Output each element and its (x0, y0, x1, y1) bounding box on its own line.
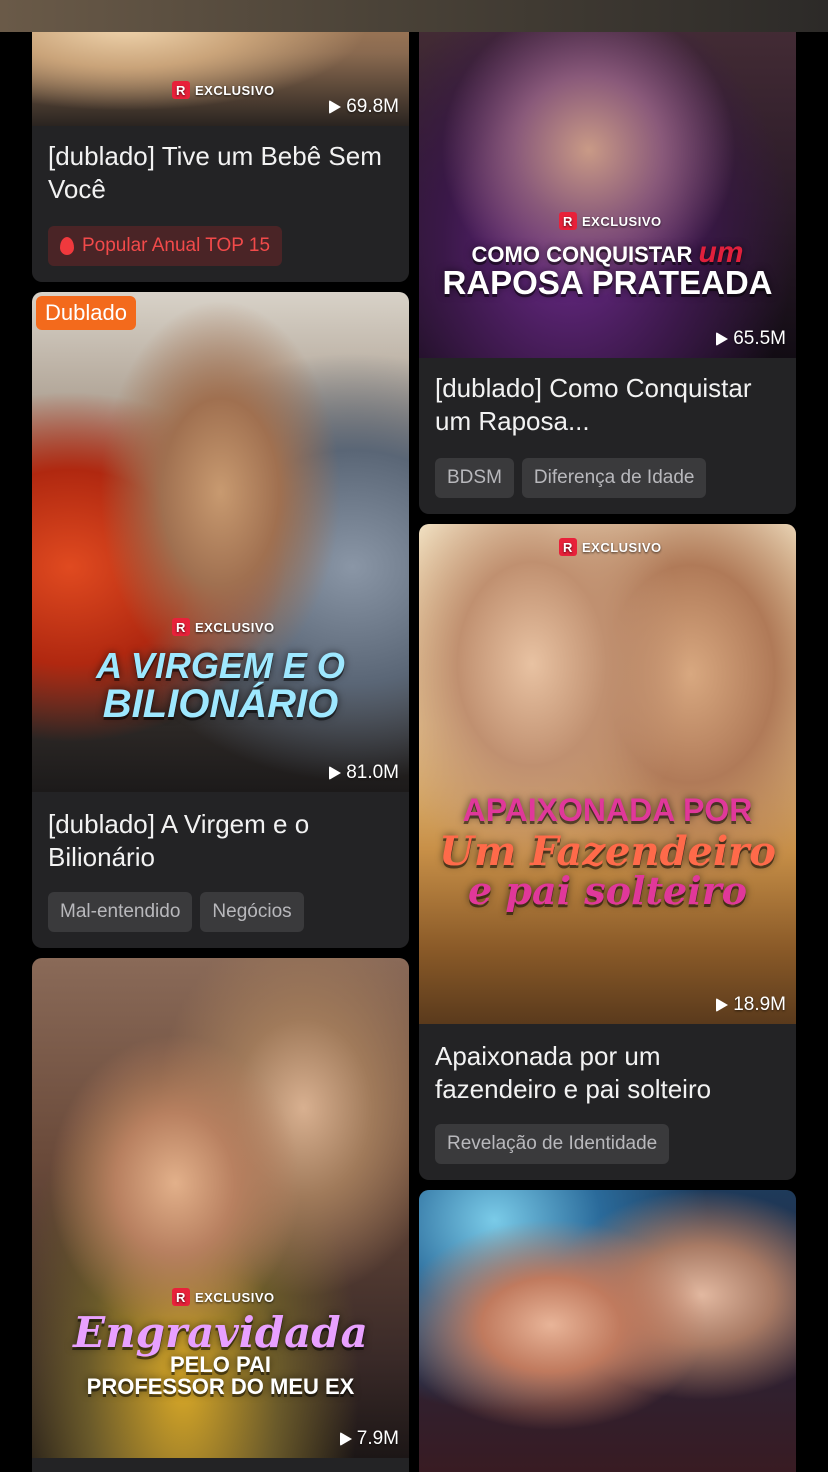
poster-image[interactable]: R EXCLUSIVO Engravidada PELO PAI PROFESS… (32, 958, 409, 1458)
drama-card[interactable]: Dublado R EXCLUSIVO A VIRGEM E O BILIONÁ… (32, 292, 409, 948)
tag-list: Mal-entendido Negócios (48, 892, 304, 932)
dubbed-badge: Dublado (36, 296, 136, 330)
card-title[interactable]: [dublado] Como Conquistar um Raposa... (435, 372, 782, 438)
poster-title-line: BILIONÁRIO (102, 682, 339, 726)
view-count: 65.5M (716, 328, 786, 350)
r-logo-icon: R (559, 212, 577, 230)
status-bar (0, 0, 828, 32)
poster-art (419, 524, 796, 1024)
view-count: 7.9M (339, 1428, 399, 1450)
exclusive-badge: R EXCLUSIVO (172, 81, 275, 99)
card-title[interactable]: [dublado] A Virgem e o Bilionário (48, 808, 395, 874)
drama-card[interactable]: R EXCLUSIVO Engravidada PELO PAI PROFESS… (32, 958, 409, 1472)
tag-chip[interactable]: Mal-entendido (48, 892, 193, 932)
exclusive-badge: R EXCLUSIVO (172, 1288, 275, 1306)
poster-title-line: PELO PAI (169, 1352, 272, 1377)
poster-title-line: Um Fazendeiro (439, 828, 776, 875)
drama-card[interactable]: R EXCLUSIVO APAIXONADA POR Um Fazendeiro… (419, 524, 796, 1180)
r-logo-icon: R (172, 618, 190, 636)
r-logo-icon: R (172, 1288, 190, 1306)
view-count: 81.0M (329, 762, 399, 784)
flame-icon (60, 237, 74, 255)
drama-feed[interactable]: R EXCLUSIVO 69.8M [dublado] Tive um Bebê… (0, 0, 828, 1472)
play-icon (329, 100, 342, 114)
play-icon (339, 1432, 352, 1446)
card-title[interactable]: Apaixonada por um fazendeiro e pai solte… (435, 1040, 782, 1106)
card-title[interactable]: [dublado] Tive um Bebê Sem Você (48, 140, 395, 206)
exclusive-badge: R EXCLUSIVO (559, 538, 662, 556)
play-icon (716, 998, 729, 1012)
poster-image[interactable]: R EXCLUSIVO APAIXONADA POR Um Fazendeiro… (419, 524, 796, 1024)
drama-card[interactable]: R EXCLUSIVO COMO CONQUISTAR um RAPOSA PR… (419, 0, 796, 514)
poster-art (419, 1190, 796, 1472)
tag-list: Revelação de Identidade (435, 1124, 670, 1164)
tag-list: BDSM Diferença de Idade (435, 458, 707, 498)
view-count: 69.8M (329, 96, 399, 118)
tag-chip[interactable]: Revelação de Identidade (435, 1124, 670, 1164)
exclusive-badge: R EXCLUSIVO (559, 212, 662, 230)
r-logo-icon: R (172, 81, 190, 99)
poster-title-line: PROFESSOR DO MEU EX (86, 1374, 355, 1399)
r-logo-icon: R (559, 538, 577, 556)
poster-title-line: RAPOSA PRATEADA (442, 264, 773, 301)
poster-title-line: APAIXONADA POR (462, 792, 753, 828)
tag-chip[interactable]: BDSM (435, 458, 514, 498)
exclusive-badge: R EXCLUSIVO (172, 618, 275, 636)
poster-title-line: Engravidada (73, 1308, 368, 1357)
drama-card[interactable] (419, 1190, 796, 1472)
tag-list: Popular Anual TOP 15 (48, 226, 283, 266)
poster-image[interactable]: R EXCLUSIVO COMO CONQUISTAR um RAPOSA PR… (419, 0, 796, 358)
poster-image[interactable] (419, 1190, 796, 1472)
poster-title-line: e pai solteiro (468, 868, 747, 913)
play-icon (716, 332, 729, 346)
poster-image[interactable]: Dublado R EXCLUSIVO A VIRGEM E O BILIONÁ… (32, 292, 409, 792)
poster-art (419, 0, 796, 358)
play-icon (329, 766, 342, 780)
tag-chip[interactable]: Negócios (200, 892, 304, 932)
poster-title-line: A VIRGEM E O (96, 645, 345, 686)
view-count: 18.9M (716, 994, 786, 1016)
drama-card[interactable]: R EXCLUSIVO 69.8M [dublado] Tive um Bebê… (32, 0, 409, 282)
tag-chip[interactable]: Popular Anual TOP 15 (48, 226, 283, 266)
tag-chip[interactable]: Diferença de Idade (521, 458, 707, 498)
